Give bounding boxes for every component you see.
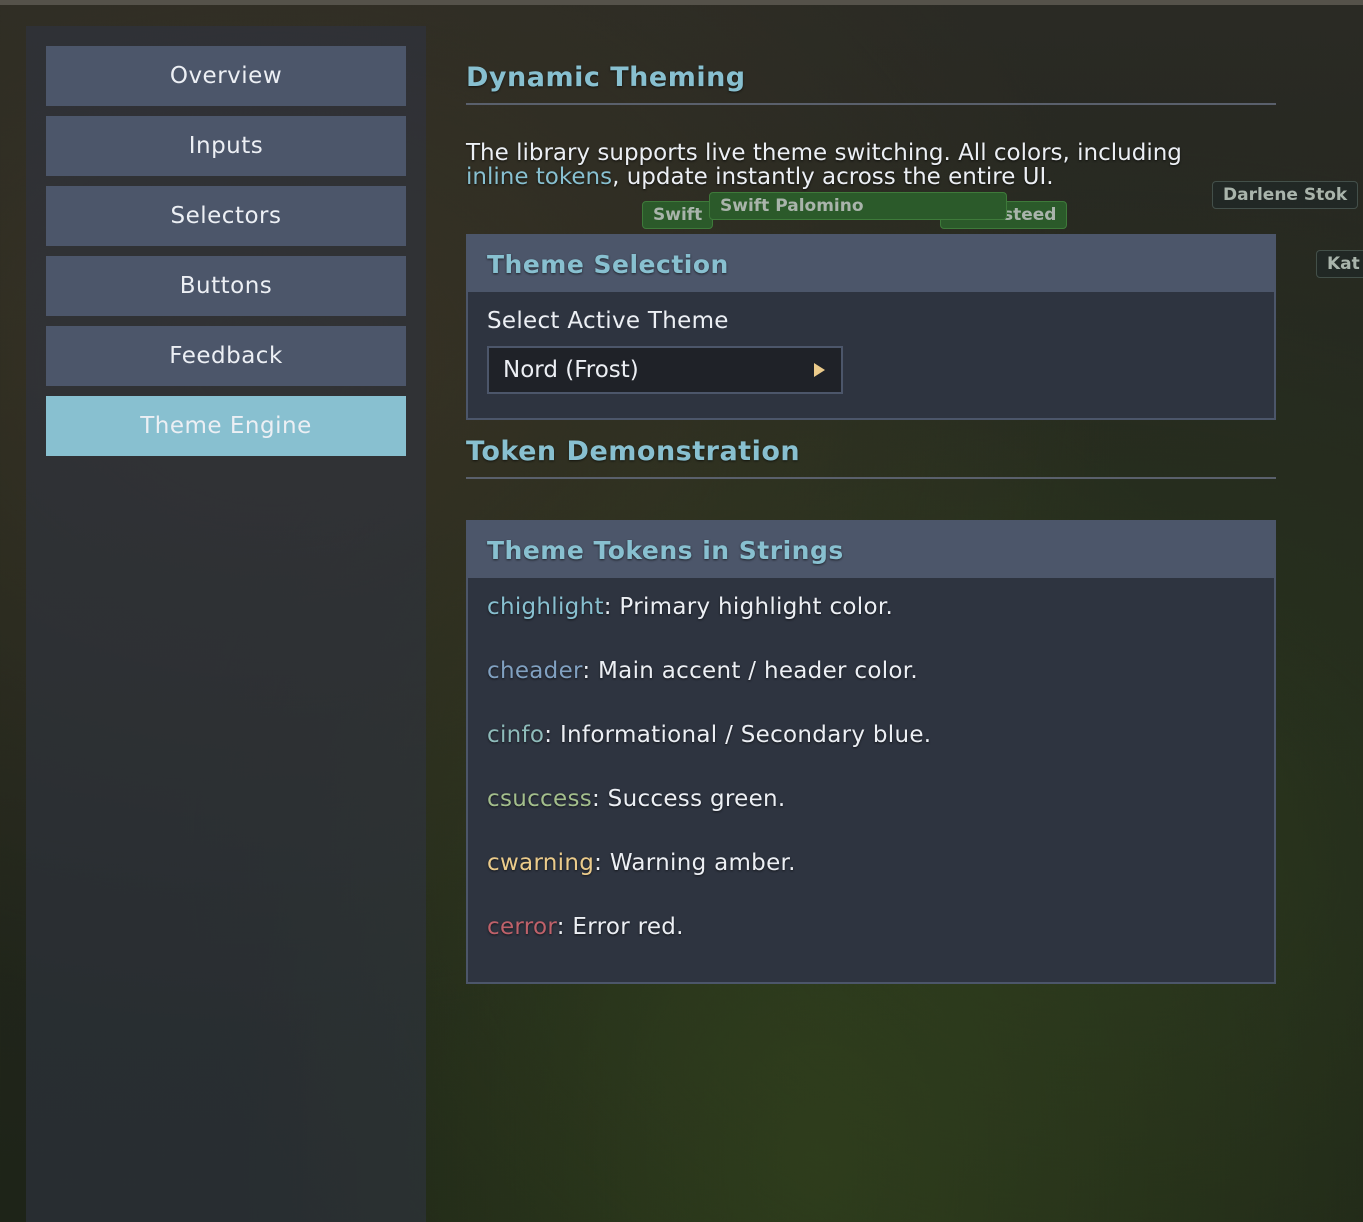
token-name: chighlight bbox=[487, 594, 604, 620]
token-desc: : Warning amber. bbox=[594, 850, 796, 876]
sidebar-item-feedback[interactable]: Feedback bbox=[46, 326, 406, 386]
token-name: cwarning bbox=[487, 850, 595, 876]
theme-select-value: Nord (Frost) bbox=[503, 357, 639, 383]
token-name: csuccess bbox=[487, 786, 593, 812]
token-row: chighlight: Primary highlight color. bbox=[487, 594, 893, 620]
sidebar-item-selectors[interactable]: Selectors bbox=[46, 186, 406, 246]
token-name: cheader bbox=[487, 658, 583, 684]
token-desc: : Informational / Secondary blue. bbox=[544, 722, 932, 748]
description: The library supports live theme switchin… bbox=[466, 141, 1266, 189]
theme-selection-panel: Theme Selection Select Active Theme Nord… bbox=[466, 234, 1276, 420]
sidebar-item-buttons[interactable]: Buttons bbox=[46, 256, 406, 316]
sidebar: Overview Inputs Selectors Buttons Feedba… bbox=[26, 26, 426, 1222]
theme-tokens-panel: Theme Tokens in Strings chighlight: Prim… bbox=[466, 520, 1276, 984]
token-desc: : Success green. bbox=[592, 786, 786, 812]
sidebar-item-inputs[interactable]: Inputs bbox=[46, 116, 406, 176]
token-row: csuccess: Success green. bbox=[487, 786, 786, 812]
token-row: cinfo: Informational / Secondary blue. bbox=[487, 722, 931, 748]
sidebar-item-theme-engine[interactable]: Theme Engine bbox=[46, 396, 406, 456]
inline-tokens-link: inline tokens bbox=[466, 164, 613, 190]
token-desc: : Error red. bbox=[556, 914, 684, 940]
page-title: Dynamic Theming bbox=[466, 62, 1276, 105]
sidebar-item-overview[interactable]: Overview bbox=[46, 46, 406, 106]
token-row: cerror: Error red. bbox=[487, 914, 684, 940]
token-row: cwarning: Warning amber. bbox=[487, 850, 796, 876]
main-content: Dynamic Theming The library supports liv… bbox=[466, 0, 1276, 1222]
token-section-title: Token Demonstration bbox=[466, 436, 1276, 479]
token-name: cinfo bbox=[487, 722, 545, 748]
description-text: The library supports live theme switchin… bbox=[466, 140, 1182, 166]
token-desc: : Main accent / header color. bbox=[582, 658, 919, 684]
token-row: cheader: Main accent / header color. bbox=[487, 658, 918, 684]
select-theme-label: Select Active Theme bbox=[487, 308, 729, 334]
panel-header: Theme Tokens in Strings bbox=[468, 522, 1274, 578]
bg-nameplate-kat: Kat bbox=[1316, 250, 1363, 278]
token-name: cerror bbox=[487, 914, 557, 940]
panel-header: Theme Selection bbox=[468, 236, 1274, 292]
token-desc: : Primary highlight color. bbox=[603, 594, 894, 620]
description-text-tail: , update instantly across the entire UI. bbox=[612, 164, 1054, 190]
caret-right-icon bbox=[814, 363, 825, 377]
theme-select-dropdown[interactable]: Nord (Frost) bbox=[487, 346, 843, 394]
